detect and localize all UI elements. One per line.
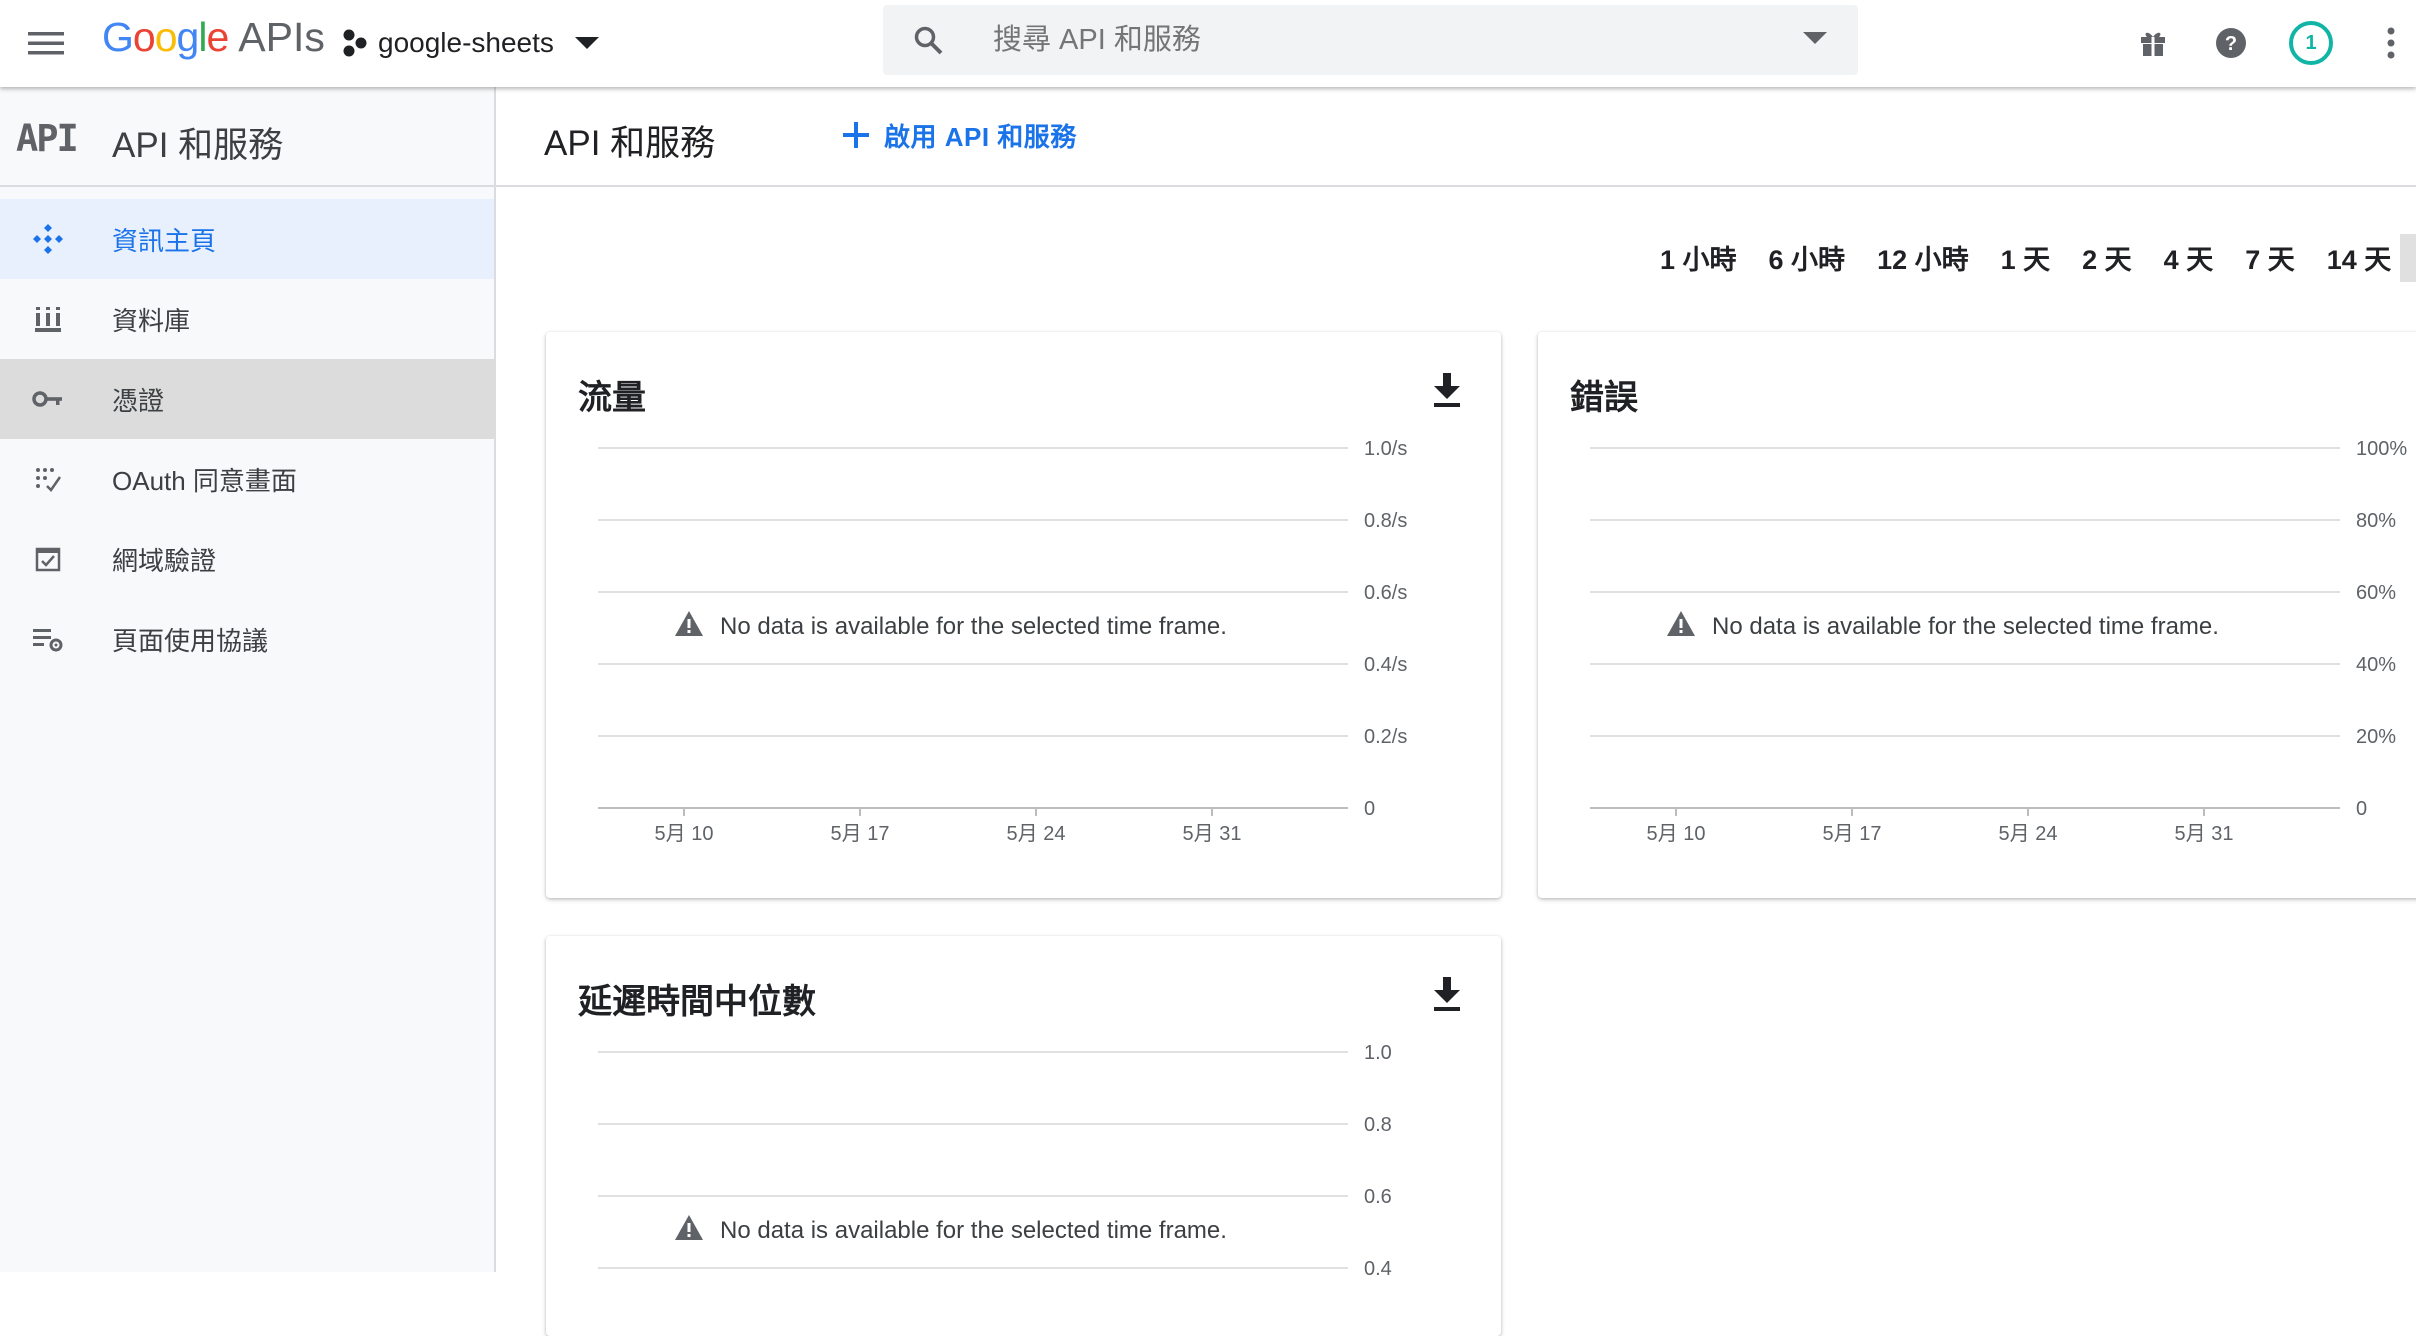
project-icon [343,29,367,57]
y-tick-label: 0.6/s [1364,582,1407,604]
page-title: API 和服務 [544,124,716,163]
y-tick-label: 0.8/s [1364,510,1407,532]
api-logo-icon: API [16,117,79,160]
enable-apis-button[interactable]: 啟用 API 和服務 [842,111,1077,159]
x-tick-label: 5月 31 [2175,823,2234,845]
time-range-12h[interactable]: 12 小時 [1877,238,1969,277]
y-tick-label: 1.0/s [1364,438,1407,460]
sidebar-item-dashboard[interactable]: 資訊主頁 [0,199,494,279]
domain-verification-icon [32,543,64,575]
sidebar-item-label: 網域驗證 [112,545,217,576]
library-icon [32,303,64,335]
y-tick-label: 0.2/s [1364,726,1407,748]
x-tick-label: 5月 10 [655,823,714,845]
x-tick-label: 5月 10 [1647,823,1706,845]
y-tick-label: 1.0 [1364,1042,1392,1064]
plus-icon [843,122,869,148]
chart-title: 延遲時間中位數 [578,983,816,1021]
sidebar-item-label: 資訊主頁 [112,225,217,256]
sidebar-item-credentials[interactable]: 憑證 [0,359,494,439]
google-wordmark: Google [102,14,229,60]
x-tick-label: 5月 24 [1999,823,2058,845]
hamburger-menu-icon[interactable] [26,26,66,60]
y-tick-label: 0 [2356,798,2367,820]
notifications-button[interactable]: 1 [2286,18,2336,68]
y-tick-label: 0 [1364,798,1375,820]
time-range-selector: 1 小時 6 小時 12 小時 1 天 2 天 4 天 7 天 14 天 [1660,238,2416,277]
time-range-4d[interactable]: 4 天 [2164,238,2214,277]
google-apis-logo[interactable]: Google APIs [102,14,325,61]
sidebar-title: API 和服務 [112,126,284,165]
no-data-message: No data is available for the selected ti… [674,610,1227,644]
search-dropdown-icon[interactable] [1802,31,1828,45]
more-options-icon[interactable] [2366,18,2416,68]
time-range-1d[interactable]: 1 天 [2001,238,2051,277]
sidebar-header: API API 和服務 [0,87,494,187]
no-data-text: No data is available for the selected ti… [720,613,1227,640]
project-selector[interactable]: google-sheets [340,20,600,66]
sidebar-item-label: 頁面使用協議 [112,625,269,656]
sidebar-item-library[interactable]: 資料庫 [0,279,494,359]
sidebar-item-label: OAuth 同意畫面 [112,465,297,496]
project-name: google-sheets [378,27,554,58]
key-icon [32,383,64,415]
sidebar-item-label: 資料庫 [112,305,191,336]
main-header: API 和服務 啟用 API 和服務 [496,87,2416,187]
svg-text:?: ? [2225,33,2237,55]
x-tick-label: 5月 24 [1007,823,1066,845]
notification-count-badge: 1 [2289,21,2333,65]
y-tick-label: 20% [2356,726,2396,748]
y-tick-label: 0.4 [1364,1258,1392,1280]
latency-chart-card: 1.0 0.8 0.6 0.4 延遲時間中位數 No data is availabl… [546,936,1501,1336]
no-data-text: No data is available for the selected ti… [720,1217,1227,1244]
x-tick-label: 5月 17 [831,823,890,845]
y-tick-label: 0.8 [1364,1114,1392,1136]
y-tick-label: 0.4/s [1364,654,1407,676]
y-tick-label: 0.6 [1364,1186,1392,1208]
dashboard-icon [32,223,64,255]
time-range-6h[interactable]: 6 小時 [1769,238,1846,277]
traffic-chart-card: 1.0/s 0.8/s 0.6/s 0.4/s 0.2/s 0 5月 10 5月 17 5月 2… [546,332,1501,898]
time-range-7d[interactable]: 7 天 [2245,238,2295,277]
sidebar-item-oauth-consent[interactable]: OAuth 同意畫面 [0,439,494,519]
top-app-bar: Google APIs google-sheets 搜尋 API 和服務 ? 1 [0,0,2416,87]
sidebar: API API 和服務 資訊主頁 資料庫 憑證 OAuth 同意畫面 網域驗證 … [0,87,496,1272]
sidebar-item-domain-verification[interactable]: 網域驗證 [0,519,494,599]
errors-chart-card: 100% 80% 60% 40% 20% 0 5月 10 5月 17 5月 24 5月 31 錯誤… [1538,332,2416,898]
time-range-scroll-indicator[interactable] [2400,234,2416,282]
y-tick-label: 60% [2356,582,2396,604]
search-input[interactable] [993,19,1693,61]
warning-icon [1666,610,1712,644]
apis-label: APIs [238,14,325,60]
x-tick-label: 5月 31 [1183,823,1242,845]
time-range-14d[interactable]: 14 天 [2327,238,2392,277]
gift-icon[interactable] [2128,18,2178,68]
sidebar-item-label: 憑證 [112,385,165,416]
oauth-consent-icon [32,463,64,495]
sidebar-item-page-usage[interactable]: 頁面使用協議 [0,599,494,679]
chart-title: 錯誤 [1570,379,1638,417]
chevron-down-icon [574,37,599,49]
time-range-1h[interactable]: 1 小時 [1660,238,1737,277]
x-tick-label: 5月 17 [1823,823,1882,845]
download-icon[interactable] [1429,974,1465,1014]
warning-icon [674,1214,720,1248]
chart-title: 流量 [578,379,646,417]
y-tick-label: 100% [2356,438,2407,460]
search-icon [914,26,943,55]
enable-apis-label: 啟用 API 和服務 [884,121,1077,152]
y-tick-label: 80% [2356,510,2396,532]
time-range-2d[interactable]: 2 天 [2082,238,2132,277]
help-icon[interactable]: ? [2206,18,2256,68]
warning-icon [674,610,720,644]
search-bar[interactable] [883,5,1858,75]
sidebar-nav: 資訊主頁 資料庫 憑證 OAuth 同意畫面 網域驗證 頁面使用協議 [0,199,494,679]
download-icon[interactable] [1429,370,1465,410]
no-data-text: No data is available for the selected ti… [1712,613,2219,640]
no-data-message: No data is available for the selected ti… [1666,610,2219,644]
y-tick-label: 40% [2356,654,2396,676]
page-usage-icon [32,623,64,655]
no-data-message: No data is available for the selected ti… [674,1214,1227,1248]
